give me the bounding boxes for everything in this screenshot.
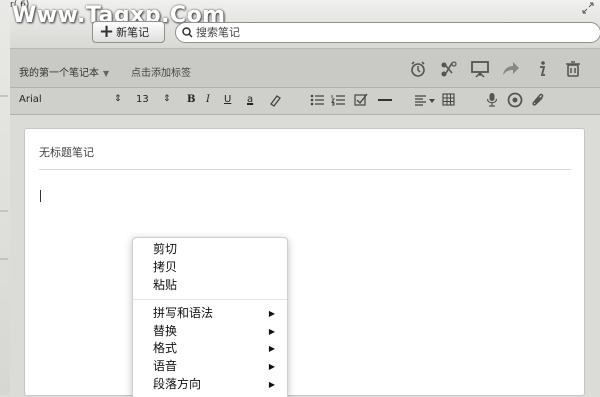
menu-item-label: 拼写和语法 — [153, 306, 214, 320]
notebook-label: 我的第一个笔记本 — [19, 68, 99, 79]
presentation-icon[interactable] — [464, 58, 495, 80]
menu-item-copy[interactable]: 拷贝 — [153, 259, 283, 276]
context-menu: 剪切 拷贝 粘贴 拼写和语法 ▶ 替换 ▶ 格式 ▶ 语音 ▶ 段落方向 ▶ — [132, 237, 288, 397]
camera-icon[interactable] — [507, 92, 523, 108]
align-icon[interactable] — [414, 94, 436, 106]
menu-item-label: 段落方向 — [153, 377, 202, 391]
submenu-arrow-icon: ▶ — [268, 380, 275, 389]
menu-item-label: 剪切 — [153, 242, 178, 256]
numbered-list-icon[interactable] — [331, 94, 345, 106]
font-select[interactable]: Arial — [19, 94, 42, 105]
text-cursor — [40, 190, 41, 202]
forward-icon[interactable] — [495, 58, 526, 80]
add-tag-field[interactable]: 点击添加标签 — [131, 64, 191, 79]
menu-item-label: 格式 — [153, 341, 178, 355]
bullet-list-icon[interactable] — [310, 94, 324, 106]
plus-icon: + — [99, 21, 115, 42]
size-stepper-icon[interactable]: ⇕ — [163, 94, 171, 104]
alarm-icon[interactable] — [402, 58, 433, 80]
note-header: 我的第一个笔记本 ▼ 点击添加标签 — [10, 49, 600, 88]
info-icon[interactable] — [526, 58, 557, 80]
text-color-button[interactable]: a — [247, 94, 253, 105]
menu-item-label: 拷贝 — [153, 260, 178, 274]
microphone-icon[interactable] — [486, 92, 498, 108]
submenu-arrow-icon: ▶ — [268, 344, 275, 353]
menu-item-paragraph-direction[interactable]: 段落方向 ▶ — [153, 376, 283, 393]
menu-item-spelling[interactable]: 拼写和语法 ▶ — [153, 305, 283, 322]
menu-item-format[interactable]: 格式 ▶ — [153, 340, 283, 357]
note-editor[interactable]: 无标题笔记 — [24, 128, 585, 396]
search-icon — [182, 27, 193, 38]
sidebar-divider — [0, 258, 8, 260]
size-select[interactable]: 13 — [136, 94, 149, 105]
underline-button[interactable]: U — [224, 94, 231, 105]
share-icon[interactable] — [433, 58, 464, 80]
sidebar-divider — [0, 210, 8, 212]
trash-icon[interactable] — [557, 58, 588, 80]
italic-button[interactable]: I — [206, 94, 210, 105]
menu-separator — [133, 299, 287, 300]
menu-item-cut[interactable]: 剪切 — [153, 241, 283, 258]
menu-item-speech[interactable]: 语音 ▶ — [153, 358, 283, 375]
sidebar-divider — [0, 95, 8, 97]
menu-item-label: 语音 — [153, 359, 178, 373]
menu-item-label: 替换 — [153, 324, 178, 338]
chevron-down-icon: ▼ — [103, 69, 110, 78]
expand-icon[interactable] — [582, 2, 594, 14]
format-bar: Arial ⇕ 13 ⇕ B I U a — [10, 88, 600, 115]
font-stepper-icon[interactable]: ⇕ — [114, 94, 122, 104]
new-note-label: 新笔记 — [116, 26, 150, 39]
note-title-input[interactable]: 无标题笔记 — [39, 144, 94, 160]
horizontal-rule-icon[interactable] — [378, 99, 392, 101]
menu-item-substitutions[interactable]: 替换 ▶ — [153, 323, 283, 340]
new-note-button[interactable]: + 新笔记 — [92, 21, 165, 43]
submenu-arrow-icon: ▶ — [268, 327, 275, 336]
search-input[interactable] — [193, 26, 576, 39]
attachment-icon[interactable] — [531, 92, 545, 108]
checkbox-icon[interactable] — [354, 93, 368, 106]
title-divider — [39, 169, 571, 170]
table-icon[interactable] — [442, 93, 455, 106]
highlighter-icon[interactable] — [268, 93, 282, 107]
search-box[interactable] — [175, 22, 600, 43]
menu-item-label: 粘贴 — [153, 278, 178, 292]
main-toolbar: r( 6) Www.Tagxp.Com + 新笔记 — [10, 0, 600, 49]
submenu-arrow-icon: ▶ — [268, 362, 275, 371]
notebook-selector[interactable]: 我的第一个笔记本 ▼ — [19, 64, 109, 79]
menu-item-paste[interactable]: 粘贴 — [153, 277, 283, 294]
submenu-arrow-icon: ▶ — [268, 309, 275, 318]
bold-button[interactable]: B — [187, 94, 195, 105]
